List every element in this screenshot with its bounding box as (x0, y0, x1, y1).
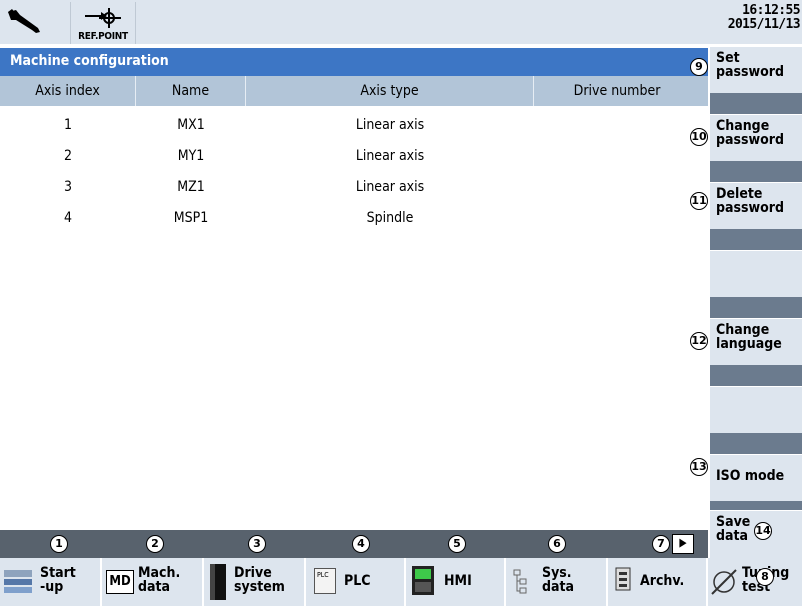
marker-1: 1 (50, 535, 68, 553)
marker-4: 4 (352, 535, 370, 553)
cell-drive-number (534, 141, 708, 172)
table-row[interactable]: 2 MY1 Linear axis (0, 141, 708, 172)
marker-10: 10 (690, 128, 708, 146)
md-icon: MD (106, 570, 134, 594)
wrench-icon (8, 9, 40, 33)
cell-name: MSP1 (173, 210, 209, 226)
date-display: 2015/11/13 (727, 17, 801, 32)
softkey-separator (710, 229, 802, 250)
softkey-label: ISO mode (716, 468, 785, 484)
plc-softkey[interactable]: PLC PLC (306, 558, 406, 606)
marker-2: 2 (146, 535, 164, 553)
set-password-softkey[interactable]: Set password (710, 46, 802, 93)
drive-icon (210, 564, 226, 600)
softkey-separator (710, 161, 802, 182)
page-title: Machine configuration (10, 53, 169, 69)
cell-drive-number (534, 110, 708, 141)
table-row[interactable]: 1 MX1 Linear axis (0, 110, 708, 141)
change-password-softkey[interactable]: Change password (710, 114, 802, 161)
cell-axis-type: Linear axis (355, 148, 425, 164)
chevron-right-icon (679, 538, 687, 548)
marker-14: 14 (754, 522, 772, 540)
softkey-separator (710, 433, 802, 454)
softkey-label: Sys. data (542, 565, 575, 595)
sysdata-icon (513, 569, 527, 594)
marker-7: 7 (652, 535, 670, 553)
softkey-label: Mach. data (138, 565, 181, 595)
table-row[interactable]: 4 MSP1 Spindle (0, 203, 708, 234)
softkey-separator (710, 365, 802, 386)
softkey-separator (710, 93, 802, 114)
cell-axis-type: Linear axis (355, 179, 425, 195)
delete-password-softkey[interactable]: Delete password (710, 182, 802, 229)
cell-axis-type: Linear axis (355, 117, 425, 133)
softkey-label: Save data (716, 514, 751, 544)
tuning-icon (711, 569, 737, 595)
machine-data-softkey[interactable]: MD Mach. data (102, 558, 204, 606)
cell-axis-index: 4 (63, 210, 72, 226)
table-row[interactable]: 3 MZ1 Linear axis (0, 172, 708, 203)
softkey-label: Set password (716, 50, 785, 80)
cell-drive-number (534, 203, 708, 234)
column-header-axis-type: Axis type (246, 76, 534, 106)
startup-icon (4, 570, 32, 593)
hmi-softkey[interactable]: HMI (406, 558, 506, 606)
archive-icon (615, 567, 631, 591)
table-header: Axis index Name Axis type Drive number (0, 76, 708, 106)
marker-13: 13 (690, 458, 708, 476)
cell-name: MZ1 (177, 179, 205, 195)
system-data-softkey[interactable]: Sys. data (506, 558, 608, 606)
archive-softkey[interactable]: Archv. (608, 558, 708, 606)
page-title-bar: Machine configuration (0, 48, 708, 76)
hmi-icon (412, 566, 434, 595)
change-language-softkey[interactable]: Change language (710, 318, 802, 365)
ref-point-icon (85, 8, 121, 28)
iso-mode-softkey[interactable]: ISO mode (710, 454, 802, 501)
column-header-name: Name (136, 76, 246, 106)
marker-6: 6 (548, 535, 566, 553)
empty-softkey[interactable] (710, 250, 802, 297)
softkey-label: PLC (344, 573, 371, 589)
startup-softkey[interactable]: Start -up (0, 558, 102, 606)
marker-9: 9 (690, 58, 708, 76)
marker-11: 11 (690, 192, 708, 210)
drive-system-softkey[interactable]: Drive system (204, 558, 306, 606)
time-display: 16:12:55 (742, 3, 800, 18)
marker-5: 5 (448, 535, 466, 553)
marker-12: 12 (690, 332, 708, 350)
empty-softkey[interactable] (710, 386, 802, 433)
vertical-softkey-bar: Set password Change password Delete pass… (708, 44, 802, 606)
more-softkeys-arrow[interactable] (672, 534, 694, 554)
tuning-test-softkey[interactable]: Tuning test 8 (708, 558, 802, 606)
marker-3: 3 (248, 535, 266, 553)
cell-axis-index: 3 (63, 179, 72, 195)
softkey-label: Change password (716, 118, 785, 148)
softkey-label: Start -up (40, 565, 76, 595)
column-header-drive-number: Drive number (573, 83, 661, 99)
ref-point-label: REF.POINT (78, 31, 128, 42)
softkey-label: Change language (716, 322, 782, 352)
cell-name: MY1 (177, 148, 205, 164)
cell-name: MX1 (177, 117, 205, 133)
clock: 16:12:55 2015/11/13 (706, 4, 802, 32)
cell-drive-number (534, 172, 708, 203)
plc-icon: PLC (314, 568, 336, 594)
softkey-label: Archv. (640, 573, 685, 589)
cell-axis-index: 1 (63, 117, 72, 133)
softkey-label: Delete password (716, 186, 785, 216)
softkey-label: HMI (444, 573, 472, 589)
horizontal-softkey-bar: Start -up MD Mach. data Drive system PLC… (0, 558, 802, 606)
cell-axis-index: 2 (63, 148, 72, 164)
status-bar: REF.POINT 16:12:55 2015/11/13 (0, 0, 802, 44)
cell-axis-type: Spindle (366, 210, 414, 226)
column-header-axis-index: Axis index (0, 76, 136, 106)
softkey-separator (710, 297, 802, 318)
axis-table: 1 MX1 Linear axis 2 MY1 Linear axis 3 MZ… (0, 106, 708, 530)
softkey-label: Drive system (234, 565, 285, 595)
ref-point-indicator: REF.POINT (70, 2, 136, 44)
marker-8: 8 (756, 568, 774, 586)
